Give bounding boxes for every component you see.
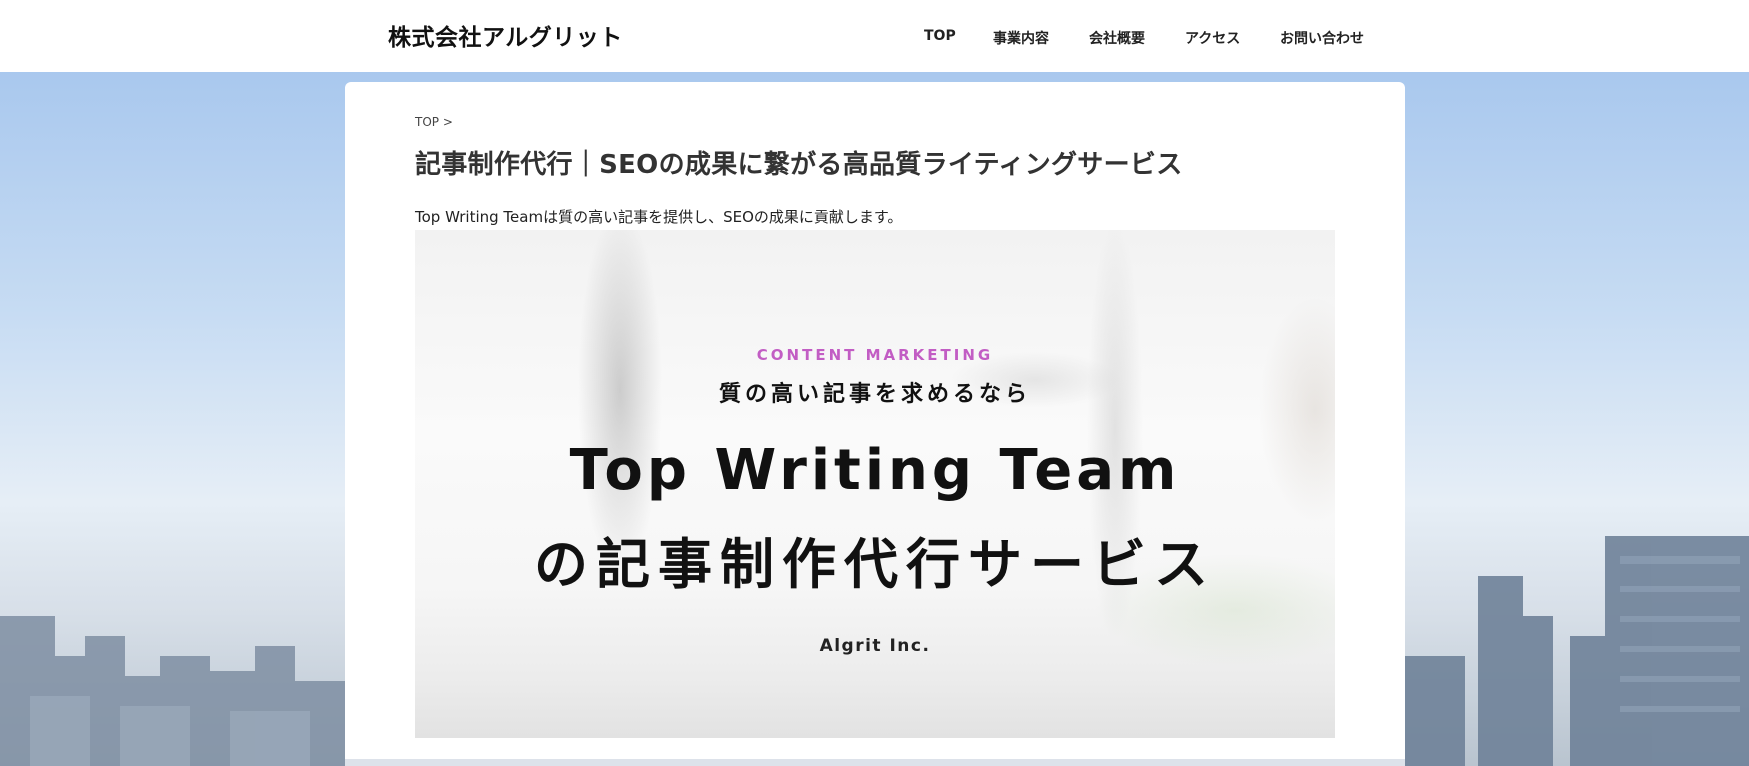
hero-title-line2: の記事制作代行サービス — [534, 533, 1216, 596]
nav-top[interactable]: TOP — [924, 28, 956, 44]
page-title: 記事制作代行｜SEOの成果に繋がる高品質ライティングサービス — [415, 150, 1183, 180]
nav-access[interactable]: アクセス — [1185, 28, 1240, 48]
content-card: TOP > 記事制作代行｜SEOの成果に繋がる高品質ライティングサービス Top… — [345, 82, 1405, 766]
site-logo[interactable]: 株式会社アルグリット — [388, 18, 623, 52]
hero-company-name: Algrit Inc. — [819, 636, 931, 656]
breadcrumb[interactable]: TOP > — [415, 115, 453, 129]
hero-banner-image: CONTENT MARKETING 質の高い記事を求めるなら Top Writi… — [415, 230, 1335, 738]
hero-kicker: CONTENT MARKETING — [756, 346, 994, 364]
lead-text: Top Writing Teamは質の高い記事を提供し、SEOの成果に貢献します… — [415, 208, 903, 226]
hero-title-line1: Top Writing Team — [569, 438, 1181, 503]
nav-business[interactable]: 事業内容 — [993, 28, 1049, 48]
nav-contact[interactable]: お問い合わせ — [1280, 28, 1364, 48]
hero-subtitle: 質の高い記事を求めるなら — [718, 382, 1031, 407]
card-bottom-edge — [345, 759, 1405, 766]
site-header: 株式会社アルグリット TOP 事業内容 会社概要 アクセス お問い合わせ — [0, 0, 1749, 72]
nav-company[interactable]: 会社概要 — [1089, 28, 1145, 48]
